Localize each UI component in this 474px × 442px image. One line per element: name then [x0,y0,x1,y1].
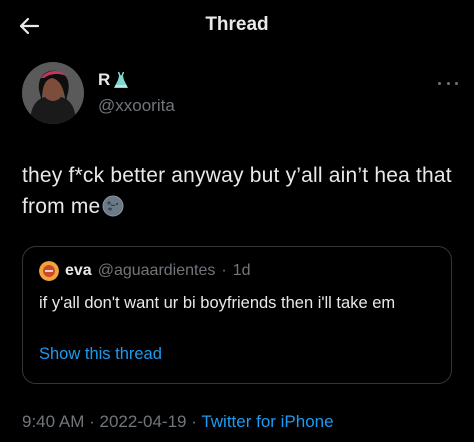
quoted-separator: · [221,262,227,279]
show-thread-link[interactable]: Show this thread [39,345,162,364]
quoted-handle: @aguaardientes [97,262,216,279]
name-row: R [98,70,129,90]
new-moon-face-emoji-icon [102,195,124,217]
dress-emoji-icon [114,71,129,88]
tweet-metadata: 9:40 AM · 2022-04-19 · Twitter for iPhon… [22,412,334,432]
quoted-avatar [39,261,59,281]
meta-separator: · [191,412,197,431]
tweet-body: they f*ck better anyway but y’all ain’t … [22,160,452,222]
quoted-tweet[interactable]: eva @aguaardientes · 1d if y'all don't w… [22,246,452,384]
avatar[interactable] [22,62,84,124]
author-display-name[interactable]: R [98,70,110,90]
more-options-button[interactable] [434,76,462,90]
quoted-display-name: eva [65,262,92,279]
tweet-text: they f*ck better anyway but y’all ain’t … [22,164,452,218]
tweet-author: R @xxoorita [22,62,462,132]
tweet-time: 9:40 AM [22,412,85,431]
meta-separator: · [89,412,95,431]
profile-photo [22,62,84,124]
more-dot [446,81,450,85]
author-handle[interactable]: @xxoorita [98,96,175,116]
quoted-text: if y'all don't want ur bi boyfriends the… [39,294,396,312]
tweet-date: 2022-04-19 [99,412,187,431]
page-title: Thread [205,14,269,35]
more-dot [455,81,458,85]
more-dots-icon [438,81,441,85]
quoted-tweet-header: eva @aguaardientes · 1d [39,261,250,281]
quoted-age: 1d [232,262,251,279]
tweet-source-link[interactable]: Twitter for iPhone [201,412,333,431]
quoted-profile-photo [39,261,59,281]
top-bar: Thread [0,0,474,52]
